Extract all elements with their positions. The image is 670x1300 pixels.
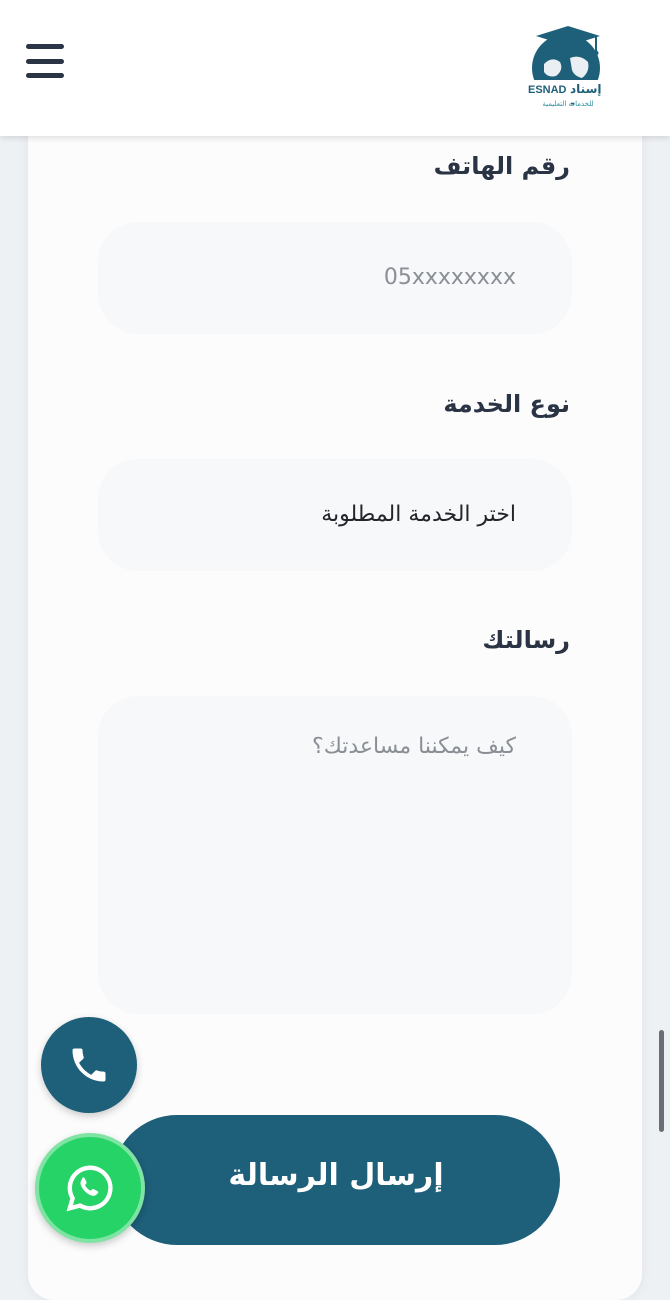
submit-button[interactable]: إرسال الرسالة xyxy=(112,1115,560,1245)
phone-input[interactable]: 05xxxxxxxx xyxy=(98,222,572,334)
phone-label: رقم الهاتف xyxy=(433,152,570,180)
phone-icon xyxy=(72,1048,106,1082)
service-select[interactable]: اختر الخدمة المطلوبة xyxy=(98,459,572,571)
site-header: ESNAD إسناد - للخدمات التعليمية xyxy=(0,0,670,136)
message-textarea[interactable]: كيف يمكننا مساعدتك؟ xyxy=(98,696,572,1014)
menu-bar-bottom xyxy=(26,73,64,78)
whatsapp-icon xyxy=(66,1165,113,1212)
menu-bar-top xyxy=(26,44,64,49)
scrollbar[interactable] xyxy=(659,1030,664,1132)
message-label: رسالتك xyxy=(482,626,570,654)
menu-icon[interactable] xyxy=(26,44,64,78)
logo-subtitle: للخدمات التعليمية xyxy=(542,100,594,108)
menu-bar-middle xyxy=(26,58,64,64)
whatsapp-button[interactable] xyxy=(35,1133,145,1243)
esnad-logo[interactable]: ESNAD إسناد - للخدمات التعليمية xyxy=(526,24,610,112)
call-button[interactable] xyxy=(41,1017,137,1113)
service-label: نوع الخدمة xyxy=(443,390,570,418)
logo-text-en: ESNAD xyxy=(528,84,567,96)
